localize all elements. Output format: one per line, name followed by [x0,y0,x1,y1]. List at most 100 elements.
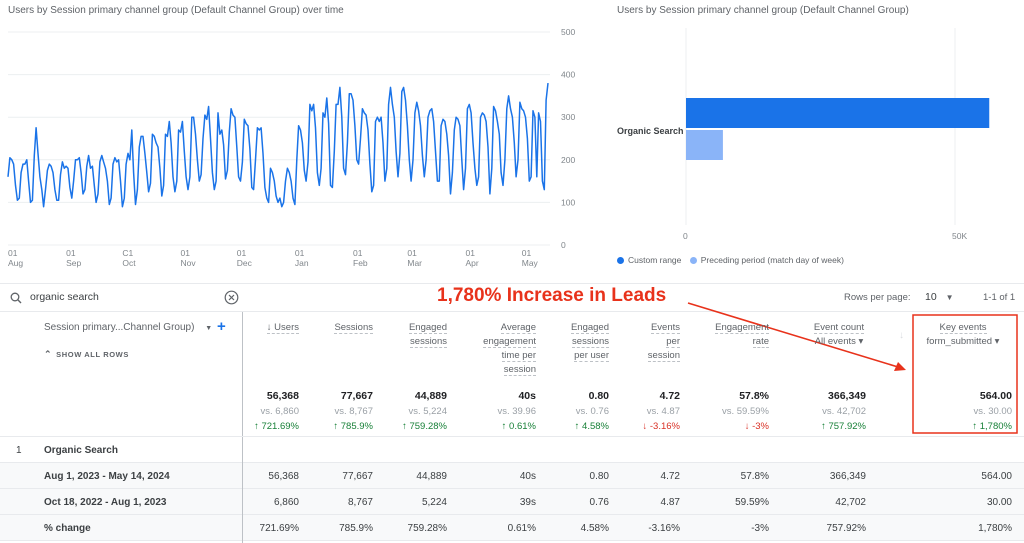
dimension-header: Session primary...Channel Group) [44,322,195,333]
column-header-6[interactable]: Engagement rate [715,321,769,349]
total-cell: 564.00 vs. 30.00 ↑ 1,780% [972,389,1012,434]
column-divider [242,463,243,489]
column-header-label: per user [574,350,609,362]
x-tick-day: 01 [181,248,191,258]
total-change: ↑ 785.9% [333,421,373,432]
column-header-5[interactable]: Events per session [647,321,680,363]
x-tick-month: Jan [295,258,309,268]
column-header-label: session [647,350,680,362]
column-header-label: Engaged [570,322,609,334]
x-tick-month: Apr [466,258,479,268]
sort-arrow-icon[interactable]: ↓ [899,330,904,341]
column-divider [242,515,243,541]
table-row[interactable]: Oct 18, 2022 - Aug 1, 2023 6,860 8,767 5,22… [0,489,1024,515]
column-header-4[interactable]: Engaged sessions per user [570,321,609,363]
total-vs: vs. 6,860 [260,406,299,417]
table-row[interactable]: Aug 1, 2023 - May 14, 2024 56,368 77,667 44… [0,463,1024,489]
total-change: ↑ 757.92% [821,421,866,432]
annotation-text: 1,780% Increase in Leads [437,285,667,306]
total-total: 56,368 [266,390,299,402]
y-tick-label: 500 [561,27,575,37]
x-tick-day: C1 [122,248,133,258]
line-chart: 500400300200100001Aug01SepC1Oct01Nov01De… [7,27,575,268]
column-header-label: form_submitted ▾ [926,336,1000,347]
total-cell: 44,889 vs. 5,224 ↑ 759.28% [402,389,447,434]
total-total: 57.8% [739,390,769,402]
x-tick-day: 01 [353,248,363,258]
x-tick-month: Aug [8,258,23,268]
column-header-label: Sessions [334,322,373,334]
x-tick-day: 01 [8,248,18,258]
table-cell: 6,860 [273,497,299,508]
total-cell: 0.80 vs. 0.76 ↑ 4.58% [575,389,609,434]
total-total: 0.80 [588,390,609,402]
column-header-8[interactable]: Key events form_submitted ▾ [918,321,1008,349]
total-vs: vs. 59.59% [722,406,769,417]
x-tick-day: 01 [522,248,532,258]
total-total: 44,889 [414,390,447,402]
table-cell: 30.00 [986,497,1012,508]
x-tick-month: Oct [122,258,136,268]
column-header-label: sessions [410,336,447,348]
table-cell: -3.16% [648,523,680,534]
search-input[interactable]: organic search [30,291,99,303]
total-cell: 40s vs. 39.96 ↑ 0.61% [497,389,536,434]
x-tick-day: 01 [295,248,305,258]
pagination-range: 1-1 of 1 [983,292,1016,303]
x-tick-month: Nov [181,258,197,268]
column-header-label: Key events [939,322,987,334]
search-box[interactable]: organic search [8,289,240,307]
table-cell: 0.80 [589,471,609,482]
legend-item-custom-range[interactable]: Custom range [617,255,681,265]
row-label: Oct 18, 2022 - Aug 1, 2023 [44,497,167,508]
total-total: 366,349 [828,390,866,402]
total-cell: 77,667 vs. 8,767 ↑ 785.9% [333,389,373,434]
table-cell: 0.61% [507,523,536,534]
clear-circle-icon[interactable] [224,290,239,305]
column-header-label: Event count [813,322,865,334]
total-vs: vs. 30.00 [973,406,1012,417]
table-cell: 57.8% [740,471,769,482]
column-header-1[interactable]: Sessions [334,321,373,335]
search-icon [10,292,22,304]
table-row[interactable]: 1 Organic Search [0,437,1024,463]
column-header-label: Events [650,322,680,334]
table-cell: 1,780% [978,523,1012,534]
x-tick-day: 01 [66,248,76,258]
total-cell: 4.72 vs. 4.87 ↓ -3.16% [643,389,681,434]
table-cell: 39s [519,497,536,508]
total-cell: 57.8% vs. 59.59% ↓ -3% [722,389,769,434]
total-vs: vs. 39.96 [497,406,536,417]
dimension-selector[interactable]: Session primary...Channel Group) ▼ [44,322,212,333]
bar-chart-legend: Custom range Preceding period (match day… [617,255,844,265]
legend-dot-icon [689,257,697,265]
column-header-2[interactable]: Engaged sessions [408,321,447,349]
legend-item-preceding-period[interactable]: Preceding period (match day of week) [689,255,844,265]
column-header-label: ↓ Users [266,322,299,334]
total-change: ↑ 4.58% [574,421,609,432]
column-header-label: Engaged [408,322,447,334]
y-tick-label: 200 [561,155,575,165]
column-header-label: sessions [572,336,609,348]
table-cell: 59.59% [735,497,769,508]
table-cell: 4.87 [660,497,680,508]
column-header-label: All events ▾ [814,336,864,347]
table-cell: 366,349 [829,471,866,482]
table-cell: 44,889 [416,471,447,482]
add-dimension-button[interactable]: + [217,318,226,335]
table-cell: 4.58% [580,523,609,534]
column-header-3[interactable]: Average engagement time per session [483,321,536,377]
rows-per-page-select[interactable]: 10 ▼ [925,291,954,303]
total-vs: vs. 8,767 [334,406,373,417]
show-all-rows-button[interactable]: ⌃ SHOW ALL ROWS [44,349,129,360]
category-label: Organic Search [617,126,684,136]
table-cell: 721.69% [259,523,299,534]
column-header-0[interactable]: ↓ Users [266,321,299,335]
y-tick-label: 300 [561,112,575,122]
row-label: Organic Search [44,445,118,456]
column-header-7[interactable]: Event count All events ▾ [806,321,872,349]
table-row[interactable]: % change 721.69% 785.9% 759.28% 0.61% 4.58% -3… [0,515,1024,541]
table-cell: 785.9% [339,523,373,534]
arrow-head-icon [894,362,906,371]
x-tick-month: Feb [353,258,368,268]
